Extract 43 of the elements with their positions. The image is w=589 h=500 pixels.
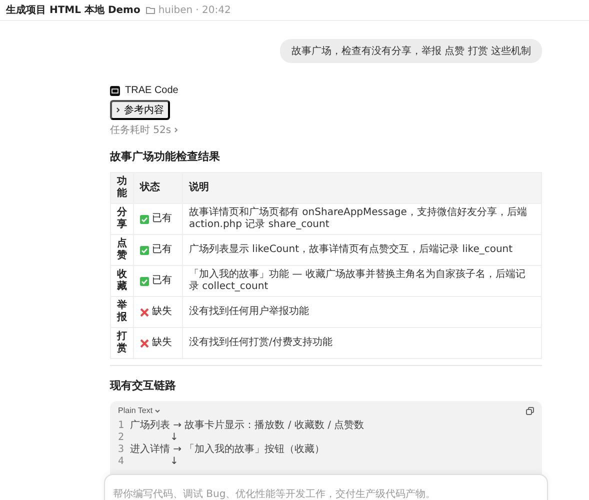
code-line: ↓ <box>170 432 178 444</box>
copy-icon[interactable] <box>526 406 534 414</box>
project-title: 生成项目 HTML 本地 Demo <box>6 4 140 17</box>
code-line: 广场列表 → 故事卡片显示：播放数 / 收藏数 / 点赞数 <box>130 420 364 432</box>
table-cell: 没有找到任何用户举报功能 <box>182 296 542 328</box>
chat-input[interactable]: 帮你编写代码、调试 Bug、优化性能等开发工作，交付生产级代码产物。 <box>104 474 548 500</box>
table-cell: 故事详情页和广场页都有 onShareAppMessage，支持微信好友分享，后端 action.php 记录 share_count <box>182 204 542 234</box>
line-number: 2 <box>118 432 124 444</box>
code-line: ↓ <box>169 456 178 468</box>
column-header: 功能 <box>110 172 134 204</box>
line-number: 1 <box>118 420 124 432</box>
line-number: 3 <box>118 444 124 456</box>
code-line: 进入详情 → 「加入我的故事」按钮（收藏） <box>130 444 325 456</box>
status-text: 缺失 <box>152 337 172 349</box>
status-text: 已有 <box>152 244 172 256</box>
timestamp: · 20:42 <box>196 4 231 16</box>
table-cell: 广场列表显示 likeCount，故事详情页有点赞交互，后端记录 like_count <box>182 234 542 266</box>
status-text: 缺失 <box>152 306 172 318</box>
status-text: 已有 <box>152 213 172 225</box>
chevron-icon <box>116 107 121 113</box>
table-cell: 分享 <box>110 204 134 234</box>
table-cell: 收藏 <box>110 266 134 296</box>
section-heading: 现有交互链路 <box>110 378 177 393</box>
section-heading: 故事广场功能检查结果 <box>110 149 221 164</box>
table-cell: 没有找到任何打赏/付费支持功能 <box>182 328 542 358</box>
language-dropdown[interactable]: Plain Text <box>118 406 160 415</box>
line-number: 4 <box>118 456 124 468</box>
user-message: 故事广场，检查有没有分享，举报 点赞 打赏 这些机制 <box>280 39 542 63</box>
assistant-name: TRAE Code <box>125 85 178 96</box>
caret-icon <box>154 408 160 412</box>
table-cell: 打赏 <box>110 328 134 358</box>
table-cell: 举报 <box>110 296 134 328</box>
status-text: 已有 <box>152 275 172 287</box>
folder-name: huiben <box>158 4 193 16</box>
column-header: 说明 <box>182 172 542 204</box>
column-header: 状态 <box>134 172 182 204</box>
table-cell: 点赞 <box>110 234 134 266</box>
app-logo-icon <box>110 86 120 96</box>
chevron-icon[interactable] <box>174 127 180 133</box>
task-duration: 任务耗时 52s <box>110 124 172 137</box>
reference-chip[interactable]: 参考内容 <box>110 100 170 120</box>
folder-icon <box>146 6 156 14</box>
table-cell: 「加入我的故事」功能 — 收藏广场故事并替换主角名为自家孩子名，后端记录 collect_count <box>182 266 542 296</box>
